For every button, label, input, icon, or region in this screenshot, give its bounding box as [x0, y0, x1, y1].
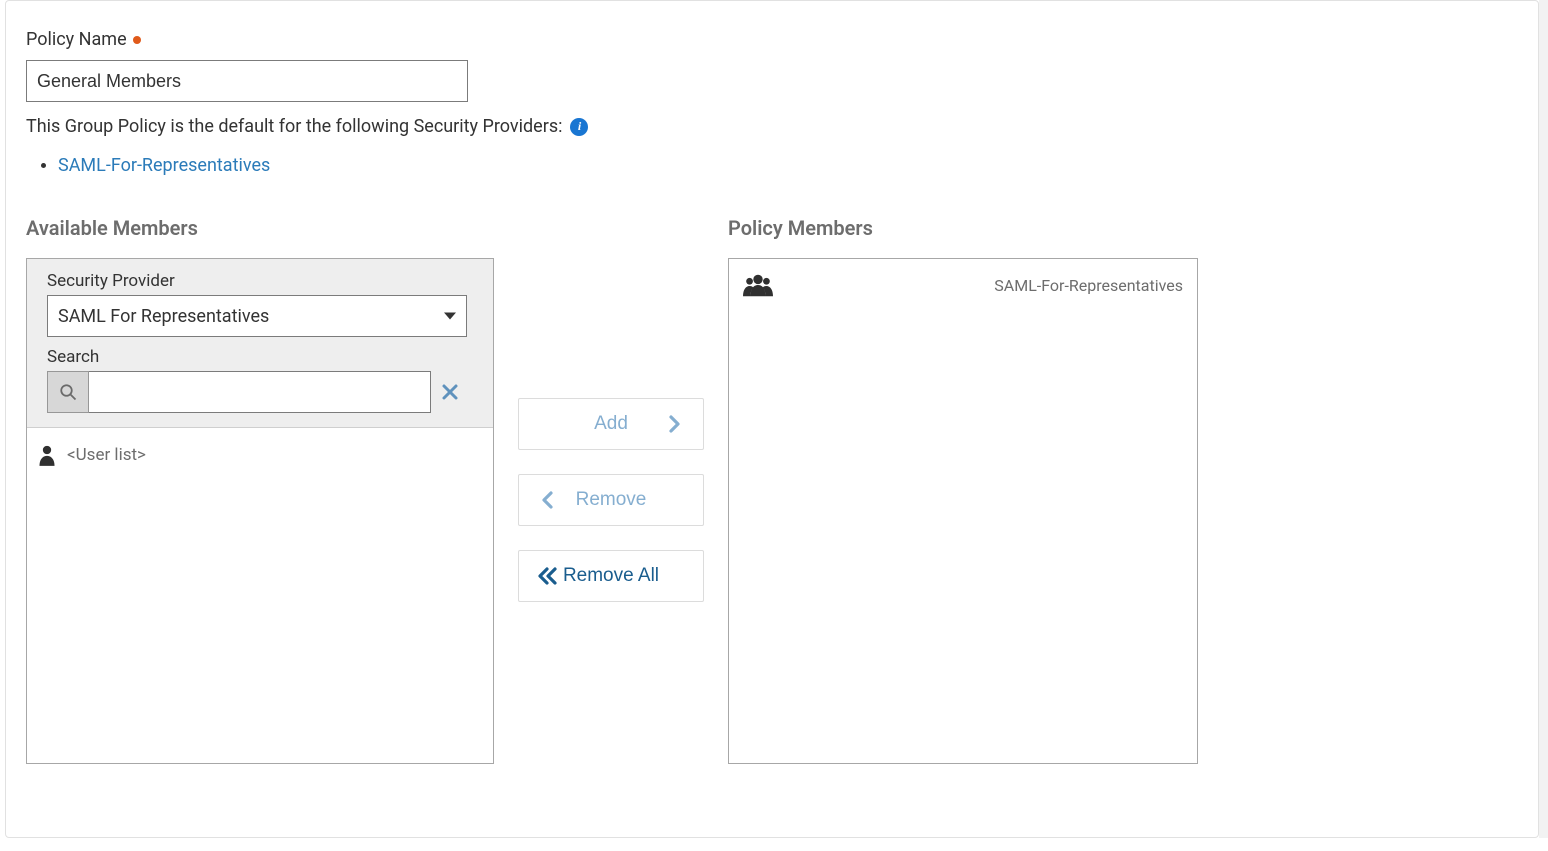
- available-members-box: Security Provider SAML For Representativ…: [26, 258, 494, 764]
- policy-members-heading: Policy Members: [728, 216, 1198, 240]
- available-members-heading: Available Members: [26, 216, 494, 240]
- security-provider-value: SAML For Representatives: [48, 296, 466, 336]
- info-icon[interactable]: i: [570, 118, 588, 136]
- filter-area: Security Provider SAML For Representativ…: [27, 259, 493, 428]
- provider-link[interactable]: SAML-For-Representatives: [58, 155, 270, 176]
- vertical-scrollbar[interactable]: [1539, 0, 1548, 838]
- chevron-down-icon: [444, 313, 456, 320]
- search-label: Search: [47, 347, 473, 367]
- double-chevron-left-icon: [537, 567, 557, 585]
- clear-search-button[interactable]: [433, 371, 467, 413]
- policy-members-box: SAML-For-Representatives: [728, 258, 1198, 764]
- security-provider-label: Security Provider: [47, 271, 473, 291]
- search-icon: [47, 371, 89, 413]
- group-icon: [743, 273, 773, 297]
- user-list-placeholder: <User list>: [67, 445, 146, 465]
- security-provider-select[interactable]: SAML For Representatives: [47, 295, 467, 337]
- policy-member-label: SAML-For-Representatives: [785, 276, 1183, 295]
- main-panel: Policy Name This Group Policy is the def…: [5, 0, 1539, 838]
- add-button[interactable]: Add: [518, 398, 704, 450]
- available-members-list[interactable]: <User list>: [27, 428, 493, 763]
- list-item[interactable]: SAML-For-Representatives: [743, 273, 1183, 297]
- remove-button[interactable]: Remove: [518, 474, 704, 526]
- user-icon: [37, 444, 57, 466]
- required-indicator: [133, 36, 141, 44]
- policy-name-label: Policy Name: [26, 29, 1518, 50]
- list-item[interactable]: <User list>: [37, 444, 483, 466]
- search-input[interactable]: [89, 371, 431, 413]
- provider-list-item: SAML-For-Representatives: [58, 155, 1518, 176]
- chevron-right-icon: [669, 415, 681, 433]
- policy-name-input[interactable]: [26, 60, 468, 102]
- chevron-left-icon: [541, 491, 553, 509]
- default-for-text: This Group Policy is the default for the…: [26, 116, 562, 137]
- remove-all-button[interactable]: Remove All: [518, 550, 704, 602]
